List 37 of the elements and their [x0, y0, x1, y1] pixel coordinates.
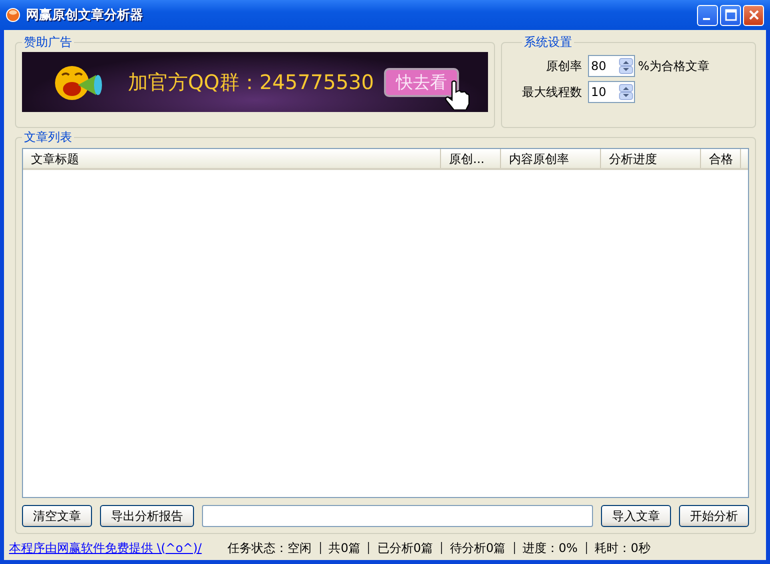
action-button[interactable]: 导入文章 [601, 505, 671, 527]
field-label: 原创率 [545, 58, 582, 74]
ad-banner[interactable]: 加官方QQ群：245775530 快去看 [22, 52, 488, 112]
action-button[interactable]: 开始分析 [679, 505, 749, 527]
text-field[interactable] [202, 505, 593, 527]
status-text: 耗时：0秒 [586, 542, 658, 554]
status-text: 待分析0篇 [441, 542, 514, 554]
window-title: 网赢原创文章分析器 [26, 6, 143, 24]
maximize-button[interactable] [720, 4, 741, 26]
field-label: 最大线程数 [522, 84, 582, 100]
number-spinner[interactable]: 80 [588, 55, 635, 77]
minimize-button[interactable] [697, 4, 718, 26]
column-header[interactable]: 原创... [441, 149, 501, 168]
column-header[interactable]: 内容原创率 [501, 149, 601, 168]
group-title: 系统设置 [523, 34, 573, 51]
status-text: 已分析0篇 [368, 542, 441, 554]
spin-arrows-icon [619, 84, 633, 100]
minimize-icon [702, 18, 710, 20]
status-text: 进度：0% [514, 542, 586, 554]
column-header[interactable]: 合格 [701, 149, 741, 168]
number-spinner[interactable]: 10 [588, 81, 635, 103]
field-suffix: %为合格文章 [638, 58, 710, 74]
action-button[interactable]: 导出分析报告 [100, 505, 194, 527]
credit-link[interactable]: 本程序由网赢软件免费提供 \(^o^)/ [9, 540, 202, 556]
close-icon [748, 9, 760, 21]
maximize-icon [724, 9, 736, 21]
action-button[interactable]: 清空文章 [22, 505, 92, 527]
status-text: 任务状态：空闲 [226, 540, 313, 556]
status-text: 共0篇 [320, 542, 368, 554]
column-header[interactable]: 文章标题 [23, 149, 441, 168]
column-header[interactable]: 分析进度 [601, 149, 701, 168]
spin-arrows-icon [619, 58, 633, 74]
banner-text: 加官方QQ群：245775530 [128, 68, 374, 96]
app-logo-icon [6, 8, 20, 22]
close-button[interactable] [743, 4, 764, 26]
group-title: 文章列表 [23, 129, 73, 146]
group-title: 赞助广告 [23, 34, 73, 51]
